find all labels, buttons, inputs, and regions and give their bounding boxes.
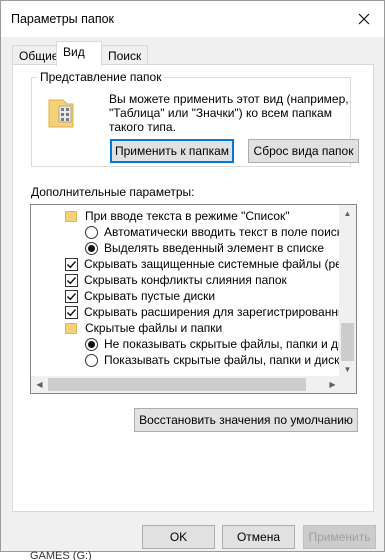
apply-button[interactable]: Применить bbox=[303, 525, 376, 549]
background-drive-label: GAMES (G:) bbox=[30, 550, 92, 560]
scrollbar-corner bbox=[339, 376, 356, 393]
tree-item-label: Скрывать защищенные системные файлы (рек… bbox=[84, 257, 357, 271]
radio-checked-icon bbox=[85, 337, 98, 351]
radio-auto-type-search[interactable]: Автоматически вводить текст в поле поиск… bbox=[85, 224, 349, 240]
cancel-button[interactable]: Отмена bbox=[222, 525, 295, 549]
window-title: Параметры папок bbox=[11, 12, 115, 26]
tree-item-label: Скрывать пустые диски bbox=[84, 289, 216, 303]
radio-show-hidden[interactable]: Показывать скрытые файлы, папки и диски bbox=[85, 352, 346, 368]
radio-select-typed-item[interactable]: Выделять введенный элемент в списке bbox=[85, 240, 324, 256]
scroll-left-icon[interactable]: ◀ bbox=[31, 376, 48, 393]
title-bar: Параметры папок bbox=[1, 1, 384, 37]
tree-item-label: Не показывать скрытые файлы, папки и дис… bbox=[104, 337, 357, 351]
view-tab-panel: Представление папок Вы можете применить … bbox=[12, 64, 374, 512]
checkbox-hide-protected-files[interactable]: Скрывать защищенные системные файлы (рек… bbox=[65, 256, 357, 272]
tree-item-label: При вводе текста в режиме "Список" bbox=[85, 209, 290, 223]
tree-item-label: Показывать скрытые файлы, папки и диски bbox=[104, 353, 347, 367]
radio-checked-icon bbox=[85, 241, 98, 255]
close-button[interactable] bbox=[352, 7, 376, 31]
folder-options-dialog: Параметры папок Общие Вид Поиск Представ… bbox=[0, 0, 385, 552]
folder-view-icon bbox=[46, 96, 76, 128]
tree-item-label: Скрытые файлы и папки bbox=[85, 321, 223, 335]
tree-item-label: Скрывать расширения для зарегистрированн… bbox=[84, 305, 357, 319]
checkbox-checked-icon bbox=[65, 305, 78, 319]
reset-folders-button[interactable]: Сброс вида папок bbox=[248, 139, 359, 163]
checkbox-checked-icon bbox=[65, 273, 78, 287]
vertical-scrollbar[interactable]: ▲ ▼ bbox=[339, 205, 356, 378]
apply-to-folders-button[interactable]: Применить к папкам bbox=[110, 139, 234, 163]
advanced-settings-label: Дополнительные параметры: bbox=[31, 185, 195, 199]
vertical-scroll-thumb[interactable] bbox=[341, 323, 354, 361]
close-icon bbox=[358, 13, 370, 25]
scroll-up-icon[interactable]: ▲ bbox=[339, 205, 356, 222]
radio-unchecked-icon bbox=[85, 353, 98, 367]
tree-item-hidden-files[interactable]: Скрытые файлы и папки bbox=[65, 320, 222, 336]
horizontal-scrollbar[interactable]: ◀ ▶ bbox=[31, 376, 341, 393]
restore-defaults-button[interactable]: Восстановить значения по умолчанию bbox=[134, 408, 358, 432]
folder-view-group-label: Представление папок bbox=[37, 70, 165, 84]
folder-icon bbox=[65, 210, 77, 222]
folder-view-description: Вы можете применить этот вид (например, … bbox=[109, 92, 349, 134]
folder-icon bbox=[65, 322, 77, 334]
horizontal-scroll-thumb[interactable] bbox=[48, 378, 306, 391]
tree-item-label: Скрывать конфликты слияния папок bbox=[84, 273, 287, 287]
folder-view-group: Представление папок Вы можете применить … bbox=[31, 70, 359, 167]
checkbox-checked-icon bbox=[65, 257, 78, 271]
ok-button[interactable]: OK bbox=[142, 525, 215, 549]
radio-unchecked-icon bbox=[85, 225, 98, 239]
checkbox-checked-icon bbox=[65, 289, 78, 303]
radio-dont-show-hidden[interactable]: Не показывать скрытые файлы, папки и дис… bbox=[85, 336, 357, 352]
checkbox-hide-extensions[interactable]: Скрывать расширения для зарегистрированн… bbox=[65, 304, 357, 320]
tab-strip: Общие Вид Поиск bbox=[1, 37, 384, 66]
advanced-settings-tree[interactable]: При вводе текста в режиме "Список" Автом… bbox=[30, 204, 357, 394]
tree-item-label: Автоматически вводить текст в поле поиск… bbox=[104, 225, 349, 239]
tab-view[interactable]: Вид bbox=[56, 41, 102, 66]
tab-search[interactable]: Поиск bbox=[101, 45, 149, 65]
checkbox-hide-empty-drives[interactable]: Скрывать пустые диски bbox=[65, 288, 215, 304]
tree-item-typing-mode[interactable]: При вводе текста в режиме "Список" bbox=[65, 208, 290, 224]
tree-item-label: Выделять введенный элемент в списке bbox=[104, 241, 324, 255]
checkbox-hide-merge-conflicts[interactable]: Скрывать конфликты слияния папок bbox=[65, 272, 287, 288]
